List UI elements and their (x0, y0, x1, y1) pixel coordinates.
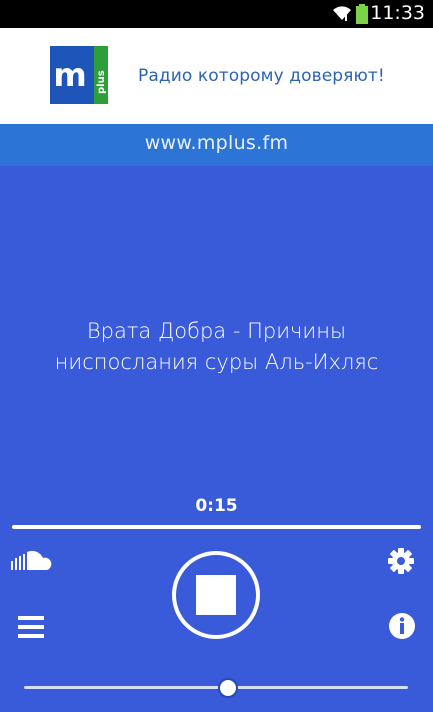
volume-slider[interactable] (24, 686, 408, 689)
status-bar: 11:33 (0, 0, 433, 28)
mplus-logo: m plus (50, 46, 108, 104)
tagline: Радио которому доверяют! (138, 66, 385, 86)
wifi-icon (333, 6, 351, 21)
info-icon[interactable] (388, 612, 416, 640)
stop-icon (196, 575, 236, 615)
header: m plus Радио которому доверяют! (0, 28, 433, 124)
battery-icon (356, 4, 368, 24)
volume-thumb[interactable] (217, 678, 238, 698)
track-title: Врата Добра - Причины ниспослания суры А… (20, 316, 413, 378)
soundcloud-icon[interactable] (10, 548, 54, 572)
site-url[interactable]: www.mplus.fm (145, 132, 289, 154)
progress-bar[interactable] (12, 525, 421, 529)
gear-icon[interactable] (387, 547, 415, 575)
player-area: Врата Добра - Причины ниспослания суры А… (0, 166, 433, 712)
progress-fill (12, 525, 421, 529)
logo-side-text: plus (96, 70, 107, 94)
track-title-line-2: ниспослания суры Аль-Ихляс (54, 350, 379, 374)
status-time: 11:33 (370, 2, 425, 24)
stop-button[interactable] (172, 551, 260, 639)
logo-letter: m (53, 56, 86, 94)
url-bar[interactable]: www.mplus.fm (0, 124, 433, 166)
track-title-line-1: Врата Добра - Причины (86, 319, 347, 343)
elapsed-time: 0:15 (195, 496, 238, 516)
menu-icon[interactable] (17, 614, 45, 640)
